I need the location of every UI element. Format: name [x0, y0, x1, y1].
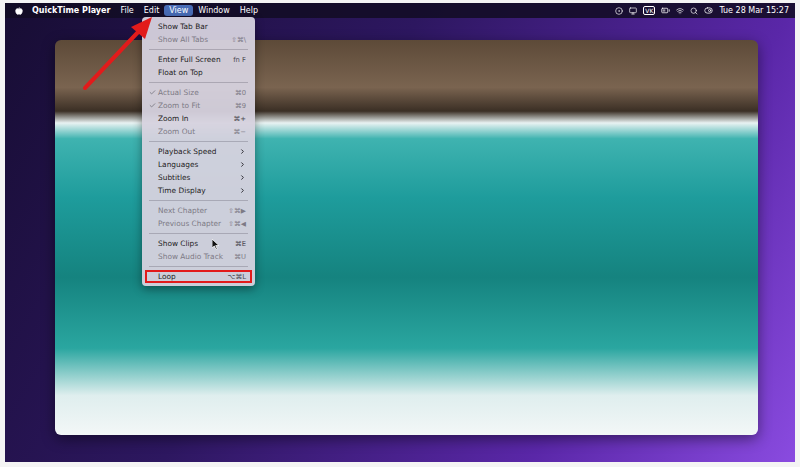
input-source[interactable]: VK [643, 6, 655, 15]
shortcut: ⇧⌘\ [231, 36, 246, 44]
menu-separator [149, 82, 248, 83]
check-icon [149, 89, 156, 96]
menu-separator [149, 233, 248, 234]
desktop: QuickTime PlayerFileEditViewWindowHelp VK… [5, 3, 795, 462]
battery-icon[interactable] [661, 6, 670, 15]
menu-item[interactable]: Subtitles [145, 171, 252, 184]
menu-item[interactable]: Show Clips⌘E [145, 237, 252, 250]
shortcut: ⌘0 [235, 89, 246, 97]
menu-item[interactable]: Languages [145, 158, 252, 171]
shortcut: ⌥⌘L [228, 273, 246, 281]
menu-item[interactable]: Show Tab Bar [145, 20, 252, 33]
view-menu: Show Tab BarShow All Tabs⇧⌘\ Enter Full S… [142, 17, 255, 286]
screenshot: QuickTime PlayerFileEditViewWindowHelp VK… [0, 0, 800, 467]
menu-title[interactable]: Window [193, 5, 235, 16]
submenu-arrow-icon [239, 174, 246, 181]
submenu-arrow-icon [239, 161, 246, 168]
menu-title[interactable]: Help [235, 5, 263, 16]
menu-item: Previous Chapter⇧⌘◀ [145, 217, 252, 230]
menu-separator [149, 200, 248, 201]
menu-title[interactable]: File [115, 5, 138, 16]
shortcut: ⌘+ [234, 115, 247, 123]
menu-item[interactable]: Zoom In⌘+ [145, 112, 252, 125]
control-center-icon[interactable] [704, 6, 713, 15]
menu-title[interactable]: View [164, 5, 193, 16]
menu-separator [149, 141, 248, 142]
menu-title[interactable]: Edit [139, 5, 165, 16]
desktop-area [5, 18, 795, 462]
shortcut: ⌘− [234, 128, 247, 136]
menu-item[interactable]: Playback Speed [145, 145, 252, 158]
menu-item: Actual Size⌘0 [145, 86, 252, 99]
menu-separator [149, 49, 248, 50]
shortcut: ⇧⌘◀ [228, 220, 246, 228]
wifi-icon[interactable] [676, 7, 684, 15]
shortcut: fn F [233, 56, 246, 64]
menu-item: Show All Tabs⇧⌘\ [145, 33, 252, 46]
menu-item: Next Chapter⇧⌘▶ [145, 204, 252, 217]
display-icon[interactable] [629, 7, 637, 15]
menu-item: Zoom to Fit⌘9 [145, 99, 252, 112]
submenu-arrow-icon [239, 187, 246, 194]
shortcut: ⇧⌘▶ [228, 207, 246, 215]
arrow-icon [0, 0, 800, 467]
app-menu[interactable]: QuickTime Player [27, 5, 115, 16]
search-icon[interactable] [690, 7, 698, 15]
cursor-icon [212, 239, 220, 250]
menu-bar: QuickTime PlayerFileEditViewWindowHelp VK… [5, 3, 795, 18]
shortcut: ⌘9 [235, 102, 246, 110]
menu-item[interactable]: Enter Full Screenfn F [145, 53, 252, 66]
clock[interactable]: Tue 28 Mar 15:27 [719, 6, 789, 15]
menu-item[interactable]: Loop⌥⌘L [145, 270, 252, 283]
menu-item: Show Audio Track⌘U [145, 250, 252, 263]
status-area: VK Tue 28 Mar 15:27 [615, 6, 789, 15]
shortcut: ⌘E [235, 240, 246, 248]
menu-item[interactable]: Float on Top [145, 66, 252, 79]
menu-item: Zoom Out⌘− [145, 125, 252, 138]
submenu-arrow-icon [239, 148, 246, 155]
apple-icon[interactable] [15, 7, 23, 15]
shortcut: ⌘U [234, 253, 246, 261]
menu-separator [149, 266, 248, 267]
check-icon [149, 102, 156, 109]
menu-item[interactable]: Time Display [145, 184, 252, 197]
record-icon[interactable] [615, 7, 623, 15]
